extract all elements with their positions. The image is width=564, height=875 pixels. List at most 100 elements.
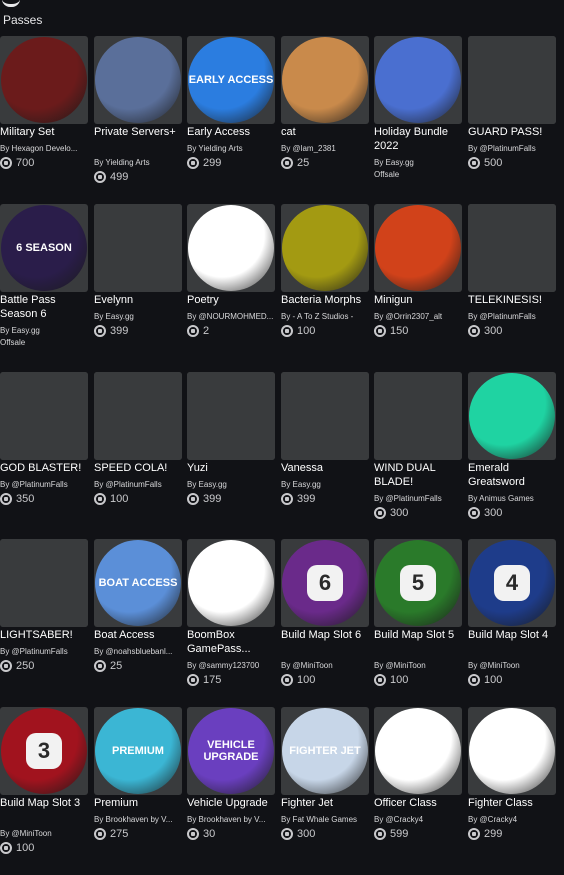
- pass-thumbnail[interactable]: 5: [374, 539, 462, 627]
- creator-label[interactable]: By Easy.gg: [187, 479, 277, 490]
- creator-label[interactable]: By Brookhaven by V...: [187, 814, 277, 825]
- pass-name[interactable]: Battle Pass Season 6: [0, 293, 90, 321]
- creator-label[interactable]: By Animus Games: [468, 493, 558, 504]
- pass-name[interactable]: cat: [281, 125, 371, 139]
- pass-card[interactable]: Evelynn By Easy.gg 399: [94, 204, 184, 372]
- creator-label[interactable]: By @PlatinumFalls: [468, 311, 558, 322]
- pass-card[interactable]: Officer Class By @Cracky4 599: [374, 707, 464, 875]
- creator-label[interactable]: By Easy.gg: [374, 157, 464, 168]
- pass-name[interactable]: Boat Access: [94, 628, 184, 642]
- creator-label[interactable]: By @MiniToon: [468, 660, 558, 671]
- creator-label[interactable]: By @Orrin2307_alt: [374, 311, 464, 322]
- pass-name[interactable]: Premium: [94, 796, 184, 810]
- pass-name[interactable]: Fighter Jet: [281, 796, 371, 810]
- pass-thumbnail[interactable]: [0, 539, 88, 627]
- creator-label[interactable]: By @MiniToon: [281, 660, 371, 671]
- pass-card[interactable]: Emerald Greatsword By Animus Games 300: [468, 372, 558, 540]
- pass-thumbnail[interactable]: BOAT ACCESS: [94, 539, 182, 627]
- creator-label[interactable]: By @Cracky4: [374, 814, 464, 825]
- pass-name[interactable]: Minigun: [374, 293, 464, 307]
- pass-card[interactable]: GOD BLASTER! By @PlatinumFalls 350: [0, 372, 90, 540]
- creator-label[interactable]: By Easy.gg: [94, 311, 184, 322]
- pass-card[interactable]: Minigun By @Orrin2307_alt 150: [374, 204, 464, 372]
- pass-name[interactable]: Evelynn: [94, 293, 184, 307]
- pass-thumbnail[interactable]: [468, 36, 556, 124]
- pass-thumbnail[interactable]: [94, 36, 182, 124]
- pass-card[interactable]: 6 SEASON Battle Pass Season 6 By Easy.gg Of…: [0, 204, 90, 372]
- creator-label[interactable]: By Easy.gg: [281, 479, 371, 490]
- pass-thumbnail[interactable]: [281, 204, 369, 292]
- pass-name[interactable]: TELEKINESIS!: [468, 293, 558, 307]
- pass-thumbnail[interactable]: [281, 36, 369, 124]
- pass-name[interactable]: Private Servers+: [94, 125, 184, 139]
- creator-label[interactable]: By Hexagon Develo...: [0, 143, 90, 154]
- pass-card[interactable]: PREMIUM Premium By Brookhaven by V... 275: [94, 707, 184, 875]
- pass-name[interactable]: Build Map Slot 6: [281, 628, 371, 642]
- creator-label[interactable]: By @PlatinumFalls: [468, 143, 558, 154]
- pass-card[interactable]: FIGHTER JET Fighter Jet By Fat Whale Games…: [281, 707, 371, 875]
- pass-thumbnail[interactable]: [374, 36, 462, 124]
- pass-thumbnail[interactable]: [187, 539, 275, 627]
- pass-thumbnail[interactable]: VEHICLE UPGRADE: [187, 707, 275, 795]
- pass-card[interactable]: BOAT ACCESS Boat Access By @noahsbluebanl.…: [94, 539, 184, 707]
- pass-name[interactable]: GOD BLASTER!: [0, 461, 90, 475]
- creator-label[interactable]: By @PlatinumFalls: [0, 479, 90, 490]
- pass-thumbnail[interactable]: 4: [468, 539, 556, 627]
- creator-label[interactable]: By @lam_2381: [281, 143, 371, 154]
- pass-card[interactable]: 4 Build Map Slot 4 By @MiniToon 100: [468, 539, 558, 707]
- pass-name[interactable]: SPEED COLA!: [94, 461, 184, 475]
- pass-thumbnail[interactable]: [281, 372, 369, 460]
- pass-thumbnail[interactable]: [187, 204, 275, 292]
- pass-card[interactable]: SPEED COLA! By @PlatinumFalls 100: [94, 372, 184, 540]
- pass-name[interactable]: LIGHTSABER!: [0, 628, 90, 642]
- pass-name[interactable]: Military Set: [0, 125, 90, 139]
- pass-thumbnail[interactable]: 6 SEASON: [0, 204, 88, 292]
- creator-label[interactable]: By @PlatinumFalls: [94, 479, 184, 490]
- pass-thumbnail[interactable]: 3: [0, 707, 88, 795]
- pass-card[interactable]: Holiday Bundle 2022 By Easy.gg Offsale: [374, 36, 464, 204]
- creator-label[interactable]: By Yielding Arts: [94, 157, 184, 168]
- pass-card[interactable]: Private Servers+ By Yielding Arts 499: [94, 36, 184, 204]
- pass-thumbnail[interactable]: [374, 707, 462, 795]
- creator-label[interactable]: By @PlatinumFalls: [0, 646, 90, 657]
- pass-card[interactable]: Yuzi By Easy.gg 399: [187, 372, 277, 540]
- pass-thumbnail[interactable]: FIGHTER JET: [281, 707, 369, 795]
- pass-name[interactable]: Vanessa: [281, 461, 371, 475]
- pass-name[interactable]: Build Map Slot 3: [0, 796, 90, 810]
- pass-card[interactable]: Military Set By Hexagon Develo... 700: [0, 36, 90, 204]
- creator-label[interactable]: By @sammy123700: [187, 660, 277, 671]
- pass-card[interactable]: Fighter Class By @Cracky4 299: [468, 707, 558, 875]
- pass-card[interactable]: EARLY ACCESS Early Access By Yielding Arts…: [187, 36, 277, 204]
- creator-label[interactable]: By - A To Z Studios -: [281, 311, 371, 322]
- pass-name[interactable]: WIND DUAL BLADE!: [374, 461, 464, 489]
- creator-label[interactable]: By Yielding Arts: [187, 143, 277, 154]
- pass-thumbnail[interactable]: [468, 204, 556, 292]
- pass-card[interactable]: Poetry By @NOURMOHMED... 2: [187, 204, 277, 372]
- pass-name[interactable]: Build Map Slot 4: [468, 628, 558, 642]
- creator-label[interactable]: By @MiniToon: [0, 828, 90, 839]
- pass-card[interactable]: Vanessa By Easy.gg 399: [281, 372, 371, 540]
- pass-name[interactable]: Yuzi: [187, 461, 277, 475]
- pass-name[interactable]: BoomBox GamePass...: [187, 628, 277, 656]
- pass-name[interactable]: Early Access: [187, 125, 277, 139]
- pass-thumbnail[interactable]: [187, 372, 275, 460]
- pass-card[interactable]: WIND DUAL BLADE! By @PlatinumFalls 300: [374, 372, 464, 540]
- pass-thumbnail[interactable]: [94, 372, 182, 460]
- pass-thumbnail[interactable]: [374, 204, 462, 292]
- pass-thumbnail[interactable]: 6: [281, 539, 369, 627]
- pass-name[interactable]: Bacteria Morphs: [281, 293, 371, 307]
- creator-label[interactable]: By @noahsbluebanl...: [94, 646, 184, 657]
- pass-card[interactable]: 6 Build Map Slot 6 By @MiniToon 100: [281, 539, 371, 707]
- pass-card[interactable]: TELEKINESIS! By @PlatinumFalls 300: [468, 204, 558, 372]
- pass-card[interactable]: Bacteria Morphs By - A To Z Studios - 100: [281, 204, 371, 372]
- pass-thumbnail[interactable]: [468, 372, 556, 460]
- pass-card[interactable]: 3 Build Map Slot 3 By @MiniToon 100: [0, 707, 90, 875]
- pass-name[interactable]: Vehicle Upgrade: [187, 796, 277, 810]
- pass-name[interactable]: Build Map Slot 5: [374, 628, 464, 642]
- pass-name[interactable]: GUARD PASS!: [468, 125, 558, 139]
- creator-label[interactable]: By @PlatinumFalls: [374, 493, 464, 504]
- creator-label[interactable]: By @Cracky4: [468, 814, 558, 825]
- pass-name[interactable]: Fighter Class: [468, 796, 558, 810]
- creator-label[interactable]: By @NOURMOHMED...: [187, 311, 277, 322]
- pass-thumbnail[interactable]: [0, 36, 88, 124]
